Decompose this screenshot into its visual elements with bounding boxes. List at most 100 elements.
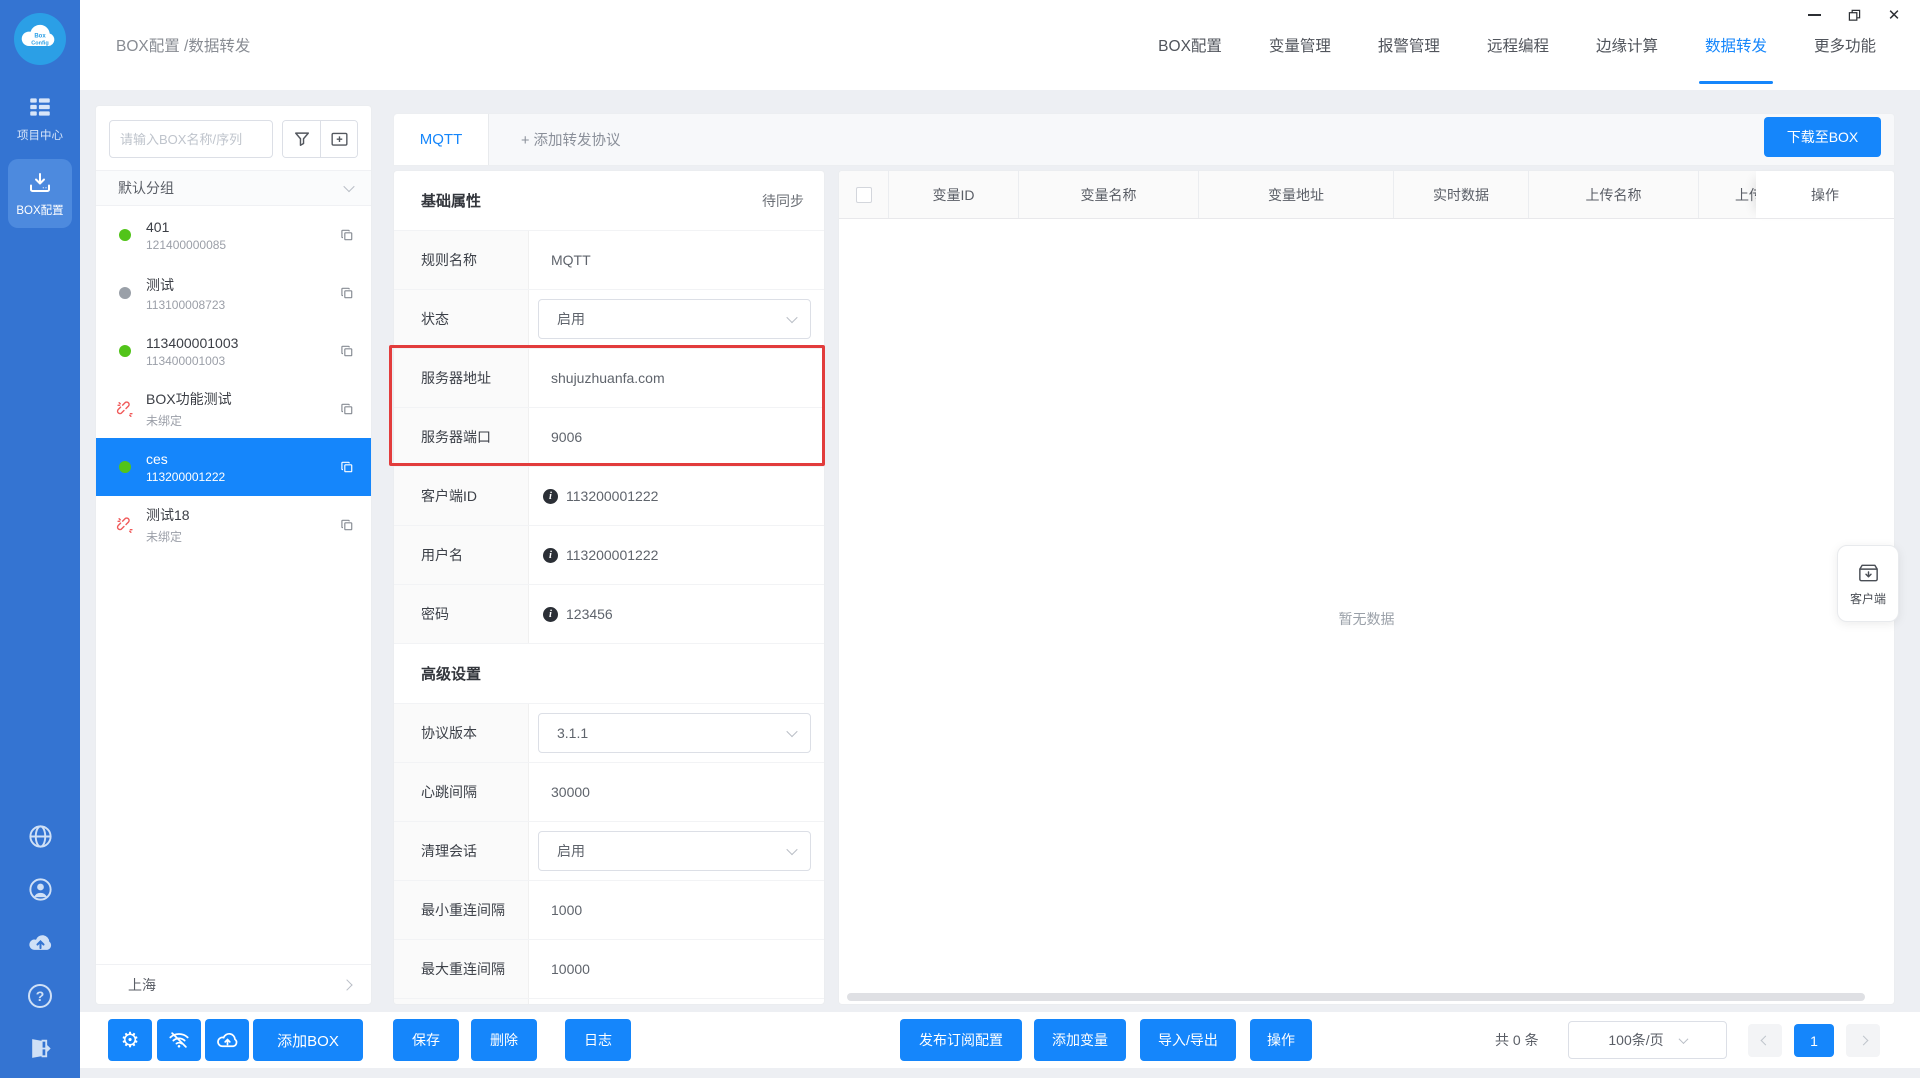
sidebar-item-project-center[interactable]: 项目中心 — [0, 94, 80, 143]
field-value[interactable]: shujuzhuanfa.com — [551, 370, 665, 386]
tab-mqtt[interactable]: MQTT — [394, 114, 489, 165]
select-all-checkbox[interactable] — [855, 186, 872, 203]
client-float-button[interactable]: 客户端 — [1837, 545, 1899, 622]
import-export-button[interactable]: 导入/导出 — [1140, 1019, 1236, 1061]
top-nav: BOX配置 变量管理 报警管理 远程编程 边缘计算 数据转发 更多功能 — [1158, 0, 1876, 90]
user-icon[interactable] — [27, 876, 54, 903]
column-header-3: 变量地址 — [1199, 171, 1394, 218]
network-button[interactable] — [157, 1019, 201, 1061]
add-group-button[interactable] — [320, 121, 357, 157]
next-page-button[interactable] — [1846, 1024, 1880, 1057]
box-list-item[interactable]: ces 113200001222 — [96, 438, 371, 496]
add-variable-button[interactable]: 添加变量 — [1034, 1019, 1126, 1061]
horizontal-scrollbar[interactable] — [847, 993, 1886, 1001]
add-protocol-tab[interactable]: + 添加转发协议 — [521, 114, 621, 165]
delete-button[interactable]: 删除 — [471, 1019, 537, 1061]
box-list-item[interactable]: 401 121400000085 — [96, 206, 371, 264]
help-icon[interactable]: ? — [27, 982, 54, 1009]
select-状态[interactable]: 启用 — [538, 299, 811, 339]
field-value[interactable]: 10000 — [551, 961, 590, 977]
nav-tab-5[interactable]: 数据转发 — [1698, 0, 1774, 90]
copy-icon[interactable] — [339, 517, 355, 533]
nav-tab-3[interactable]: 远程编程 — [1487, 0, 1549, 90]
cloud-logo-icon: Box Config — [14, 13, 66, 65]
filter-button[interactable] — [283, 121, 320, 157]
copy-icon[interactable] — [339, 459, 355, 475]
field-value[interactable]: 9006 — [551, 429, 582, 445]
cloud-sync-button[interactable] — [205, 1019, 249, 1061]
field-value-cell: 9006 — [529, 408, 824, 466]
field-value[interactable]: 30000 — [551, 784, 590, 800]
copy-icon[interactable] — [339, 285, 355, 301]
field-value-cell: 1000 — [529, 881, 824, 939]
page-size-value: 100条/页 — [1608, 1032, 1664, 1048]
form-row: 密码 i 123456 — [394, 585, 824, 644]
restore-icon[interactable] — [1834, 0, 1874, 30]
section-header-0: 基础属性 待同步 — [394, 171, 824, 231]
globe-icon[interactable] — [27, 823, 54, 850]
unbound-broken-link-icon — [116, 400, 133, 417]
field-label: 密码 — [394, 585, 529, 643]
add-box-button[interactable]: 添加BOX — [253, 1019, 363, 1061]
settings-button[interactable]: ⚙ — [108, 1019, 152, 1061]
section-title: 高级设置 — [421, 666, 482, 683]
log-button[interactable]: 日志 — [565, 1019, 631, 1061]
field-value[interactable]: MQTT — [551, 252, 591, 268]
download-to-box-button[interactable]: 下载至BOX — [1764, 117, 1881, 157]
info-icon[interactable]: i — [543, 547, 558, 563]
box-name: BOX功能测试 — [146, 391, 232, 407]
box-list-item[interactable]: 测试 113100008723 — [96, 264, 371, 322]
nav-tab-0[interactable]: BOX配置 — [1158, 0, 1222, 90]
column-header-2: 变量名称 — [1019, 171, 1199, 218]
form-row: 服务器地址 shujuzhuanfa.com — [394, 349, 824, 408]
nav-tab-2[interactable]: 报警管理 — [1378, 0, 1440, 90]
current-page-button[interactable]: 1 — [1794, 1024, 1834, 1057]
cloud-sync-icon — [216, 1032, 237, 1047]
group-header[interactable]: 默认分组 — [96, 170, 371, 206]
region-row[interactable]: 上海 — [96, 964, 371, 1004]
prev-page-button[interactable] — [1748, 1024, 1782, 1057]
close-icon[interactable]: ✕ — [1874, 0, 1914, 30]
field-value-cell: 启用 — [529, 822, 824, 880]
cloud-upload-icon[interactable] — [27, 929, 54, 956]
operation-button[interactable]: 操作 — [1250, 1019, 1312, 1061]
app-logo[interactable]: Box Config — [13, 12, 67, 66]
box-name: 测试 — [146, 276, 174, 293]
info-icon[interactable]: i — [543, 606, 558, 622]
scrollbar-thumb[interactable] — [847, 993, 1866, 1001]
copy-icon[interactable] — [339, 401, 355, 417]
sidebar-item-box-config[interactable]: BOX配置 — [8, 159, 72, 228]
save-button[interactable]: 保存 — [393, 1019, 459, 1061]
box-list-item[interactable]: BOX功能测试 未绑定 — [96, 380, 371, 438]
field-value[interactable]: 123456 — [566, 606, 613, 622]
copy-icon[interactable] — [339, 227, 355, 243]
field-value[interactable]: 113200001222 — [566, 488, 658, 504]
form-row: 最大重连间隔 10000 — [394, 940, 824, 999]
info-icon[interactable]: i — [543, 488, 558, 504]
logout-icon[interactable] — [27, 1035, 54, 1062]
box-search-input[interactable] — [109, 120, 273, 158]
field-value[interactable]: 1000 — [551, 902, 582, 918]
page-size-select[interactable]: 100条/页 — [1568, 1021, 1727, 1059]
section-title: 基础属性 — [421, 193, 482, 210]
form-row: 清理会话 启用 — [394, 822, 824, 881]
select-协议版本[interactable]: 3.1.1 — [538, 713, 811, 753]
pub-sub-config-button[interactable]: 发布订阅配置 — [900, 1019, 1022, 1061]
minimize-icon[interactable] — [1794, 0, 1834, 30]
box-list-item[interactable]: 测试18 未绑定 — [96, 496, 371, 554]
field-value[interactable]: 113200001222 — [566, 547, 658, 563]
unbound-broken-link-icon — [116, 516, 133, 533]
nav-tab-4[interactable]: 边缘计算 — [1596, 0, 1658, 90]
box-status — [116, 226, 134, 244]
protocol-tabstrip: MQTT + 添加转发协议 下载至BOX — [393, 113, 1895, 166]
box-list-item[interactable]: 113400001003 113400001003 — [96, 322, 371, 380]
field-value-cell: i 123456 — [529, 585, 824, 643]
copy-icon[interactable] — [339, 343, 355, 359]
field-value-cell: shujuzhuanfa.com — [529, 349, 824, 407]
form-row: 协议版本 3.1.1 — [394, 704, 824, 763]
box-status — [116, 458, 134, 476]
select-清理会话[interactable]: 启用 — [538, 831, 811, 871]
pagination-total: 共 0 条 — [1495, 1032, 1539, 1048]
nav-tab-1[interactable]: 变量管理 — [1269, 0, 1331, 90]
field-label: 状态 — [394, 290, 529, 348]
